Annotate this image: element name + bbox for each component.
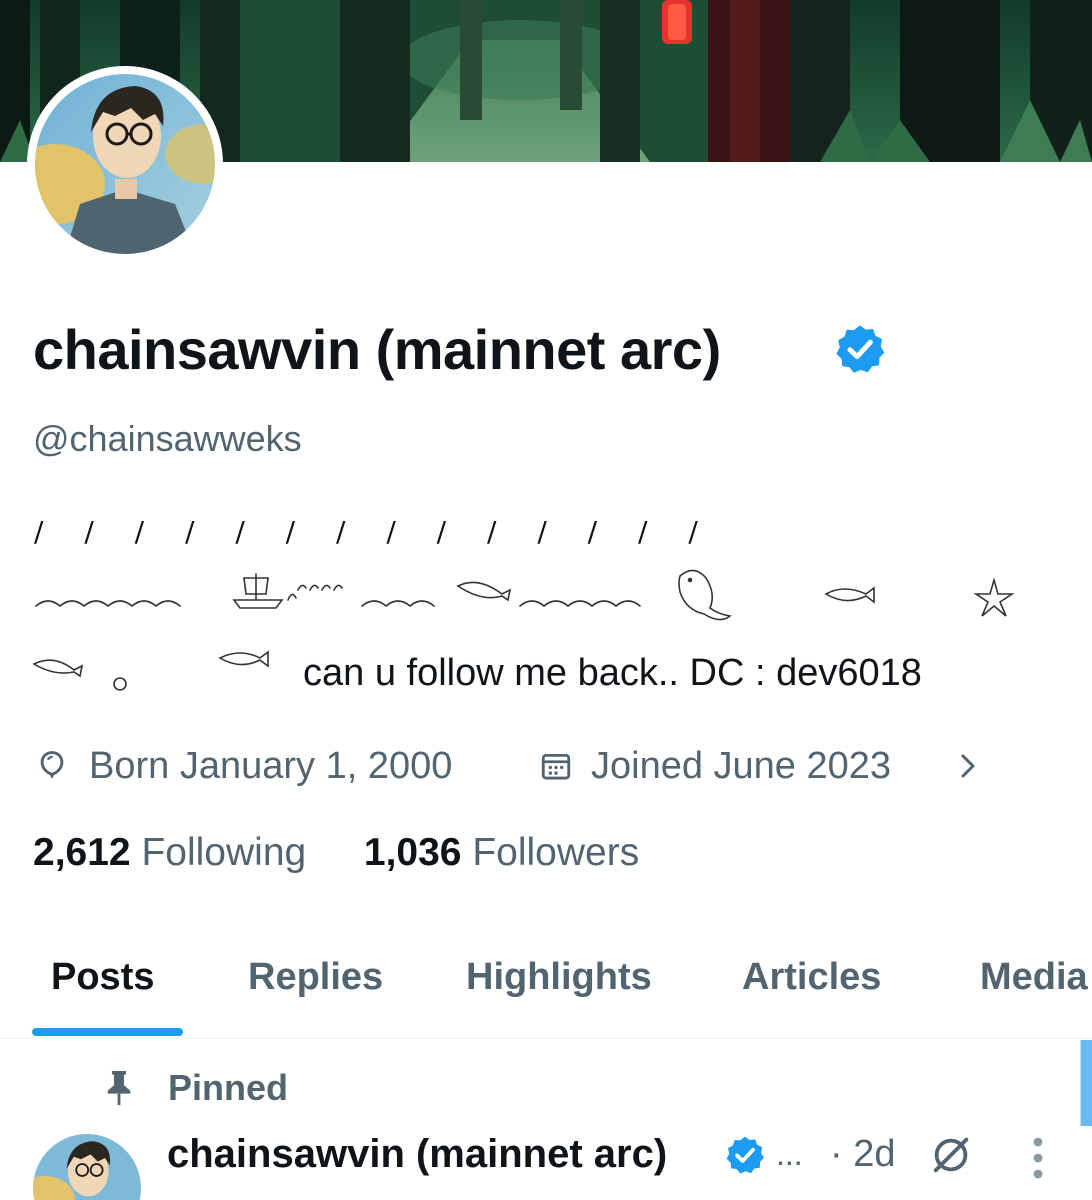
tab-highlights[interactable]: Highlights [466, 954, 652, 1000]
followers-label: Followers [472, 831, 640, 874]
following-label: Following [141, 831, 307, 874]
calendar-icon [541, 753, 571, 780]
tweet-timestamp[interactable]: · 2d [830, 1130, 895, 1178]
profile-display-name: chainsawvin (mainnet arc) [33, 318, 721, 381]
balloon-icon [40, 751, 64, 779]
tweet-handle-truncated: ... [776, 1136, 803, 1172]
scrollbar-thumb[interactable] [1081, 1040, 1092, 1126]
pinned-indicator: Pinned [102, 1066, 502, 1110]
tab-posts[interactable]: Posts [51, 954, 154, 1000]
tweet-author-name[interactable]: chainsawvin (mainnet arc) [167, 1130, 667, 1178]
profile-page: chainsawvin (mainnet arc) @chainsawweks … [0, 0, 1092, 1200]
pinned-label: Pinned [168, 1067, 289, 1108]
following-link[interactable]: 2,612 Following [33, 831, 317, 874]
tweet-author-avatar[interactable] [33, 1134, 141, 1200]
followers-link[interactable]: 1,036 Followers [364, 831, 639, 874]
bio-slashes: / / / / / / / / / / / / / / [34, 515, 714, 548]
followers-count: 1,036 [363, 831, 462, 874]
more-vertical-icon[interactable] [1026, 1136, 1050, 1180]
avatar-image [35, 74, 215, 254]
profile-avatar[interactable] [27, 66, 223, 262]
verified-badge-icon[interactable] [833, 322, 887, 376]
bio-text: can u follow me back.. DC : dev6018 [303, 652, 922, 694]
tab-articles[interactable]: Articles [742, 954, 881, 1000]
follow-stats: 2,612 Following 1,036 Followers [33, 828, 1073, 880]
profile-handle: @chainsawweks [33, 418, 302, 459]
grok-icon[interactable] [928, 1132, 974, 1178]
active-tab-indicator [32, 1028, 183, 1036]
following-count: 2,612 [33, 831, 131, 874]
profile-meta: Born January 1, 2000 Joined June 2023 [33, 740, 1073, 792]
born-date: Born January 1, 2000 [89, 745, 453, 787]
joined-date: Joined June 2023 [591, 745, 892, 787]
tab-media[interactable]: Media [980, 954, 1088, 1000]
pin-icon [107, 1071, 131, 1105]
verified-badge-icon [726, 1136, 764, 1174]
tab-replies[interactable]: Replies [248, 954, 383, 1000]
chevron-right-icon[interactable] [953, 749, 983, 783]
profile-tabs: Posts Replies Highlights Articles Media [0, 940, 1092, 1039]
